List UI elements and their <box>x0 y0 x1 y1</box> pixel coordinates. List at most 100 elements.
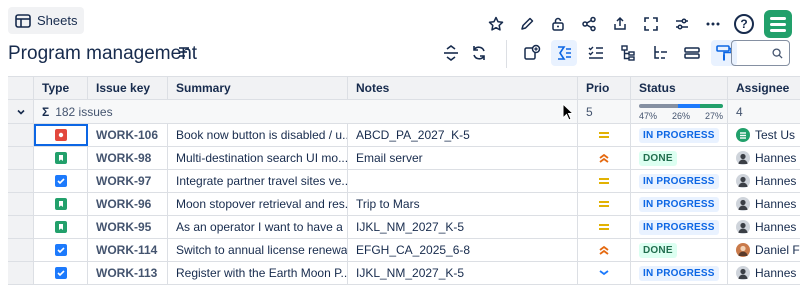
prio-cell[interactable] <box>578 239 631 261</box>
type-cell[interactable] <box>34 124 88 146</box>
status-cell[interactable]: IN PROGRESS <box>631 170 728 192</box>
assignee-cell[interactable]: Hannes <box>728 262 800 284</box>
card-layout-icon[interactable] <box>679 40 705 66</box>
fullscreen-icon[interactable] <box>641 14 661 34</box>
issue-key-cell[interactable]: WORK-96 <box>88 193 168 215</box>
column-header-type[interactable]: Type <box>34 77 88 99</box>
summary-cell[interactable]: Register with the Earth Moon P... <box>168 262 348 284</box>
status-cell[interactable]: DONE <box>631 147 728 169</box>
edit-icon[interactable] <box>517 14 537 34</box>
table-row[interactable]: WORK-96 Moon stopover retrieval and res..… <box>8 193 800 216</box>
issue-key-cell[interactable]: WORK-106 <box>88 124 168 146</box>
avatar <box>736 220 750 234</box>
more-icon[interactable] <box>703 14 723 34</box>
summary-cell[interactable]: Switch to annual license renewal <box>168 239 348 261</box>
assignee-cell[interactable]: Hannes <box>728 147 800 169</box>
story-type-icon <box>54 221 67 233</box>
prio-cell[interactable] <box>578 262 631 284</box>
issue-key-cell[interactable]: WORK-95 <box>88 216 168 238</box>
refresh-icon[interactable] <box>470 44 488 65</box>
table-row[interactable]: WORK-114 Switch to annual license renewal… <box>8 239 800 262</box>
column-header-summary[interactable]: Summary <box>168 77 348 99</box>
assignee-cell[interactable]: Daniel F <box>728 239 800 261</box>
settings-sliders-icon[interactable] <box>672 14 692 34</box>
lock-icon[interactable] <box>548 14 568 34</box>
notes-cell[interactable] <box>348 170 578 192</box>
summary-cell[interactable]: Integrate partner travel sites ve... <box>168 170 348 192</box>
notes-cell[interactable]: Email server <box>348 147 578 169</box>
help-button[interactable]: ? <box>734 14 754 34</box>
status-cell[interactable]: IN PROGRESS <box>631 193 728 215</box>
issue-key-cell[interactable]: WORK-113 <box>88 262 168 284</box>
assignee-name: Daniel F <box>755 243 800 257</box>
status-cell[interactable]: IN PROGRESS <box>631 124 728 146</box>
table-row[interactable]: WORK-97 Integrate partner travel sites ve… <box>8 170 800 193</box>
type-cell[interactable] <box>34 216 88 238</box>
type-cell[interactable] <box>34 193 88 215</box>
notes-cell[interactable]: IJKL_NM_2027_K-5 <box>348 216 578 238</box>
star-icon[interactable] <box>486 14 506 34</box>
assignee-cell[interactable]: Hannes <box>728 193 800 215</box>
checklist-icon[interactable] <box>583 40 609 66</box>
app-logo[interactable] <box>764 10 792 38</box>
status-cell[interactable]: IN PROGRESS <box>631 262 728 284</box>
dist-label-todo: 47% <box>639 111 658 121</box>
summary-cell[interactable]: Multi-destination search UI mo... <box>168 147 348 169</box>
notes-cell[interactable]: Trip to Mars <box>348 193 578 215</box>
hierarchy-icon[interactable] <box>615 40 641 66</box>
prio-cell[interactable] <box>578 170 631 192</box>
summary-cell[interactable]: Moon stopover retrieval and res... <box>168 193 348 215</box>
sheets-button[interactable]: Sheets <box>8 7 84 34</box>
row-height-icon[interactable] <box>442 44 460 65</box>
export-icon[interactable] <box>610 14 630 34</box>
notes-cell[interactable]: IJKL_NM_2027_K-5 <box>348 262 578 284</box>
table-row[interactable]: WORK-106 Book now button is disabled / u.… <box>8 124 800 147</box>
issue-key-cell[interactable]: WORK-98 <box>88 147 168 169</box>
prio-cell[interactable] <box>578 216 631 238</box>
sum-icon[interactable] <box>551 40 577 66</box>
summary-cell[interactable]: As an operator I want to have a ... <box>168 216 348 238</box>
notes-cell[interactable]: EFGH_CA_2025_6-8 <box>348 239 578 261</box>
issue-key-cell[interactable]: WORK-114 <box>88 239 168 261</box>
assignee-cell[interactable]: Hannes <box>728 216 800 238</box>
column-header-notes[interactable]: Notes <box>348 77 578 99</box>
sum-symbol: Σ <box>42 104 50 119</box>
collapse-toggle[interactable] <box>8 100 34 123</box>
distribution-segment-0 <box>639 104 679 108</box>
toolbar-divider <box>506 40 507 68</box>
status-cell[interactable]: IN PROGRESS <box>631 216 728 238</box>
title-menu-icon[interactable] <box>178 46 190 61</box>
type-cell[interactable] <box>34 147 88 169</box>
row-gutter <box>8 216 34 238</box>
notes-cell[interactable]: ABCD_PA_2027_K-5 <box>348 124 578 146</box>
dist-label-done: 27% <box>704 111 723 121</box>
prio-cell[interactable] <box>578 147 631 169</box>
priority-low-icon <box>598 268 610 278</box>
table-row[interactable]: WORK-113 Register with the Earth Moon P..… <box>8 262 800 285</box>
column-header-assignee[interactable]: Assignee <box>728 77 800 99</box>
share-icon[interactable] <box>579 14 599 34</box>
table-row[interactable]: WORK-98 Multi-destination search UI mo...… <box>8 147 800 170</box>
status-badge: IN PROGRESS <box>639 219 719 235</box>
summary-cell[interactable]: Book now button is disabled / u... <box>168 124 348 146</box>
tree-sort-icon[interactable] <box>647 40 673 66</box>
assignee-cell[interactable]: Hannes <box>728 170 800 192</box>
column-header-issue-key[interactable]: Issue key <box>88 77 168 99</box>
status-badge: DONE <box>639 150 677 166</box>
status-cell[interactable]: DONE <box>631 239 728 261</box>
priority-medium-icon <box>598 222 610 232</box>
type-cell[interactable] <box>34 239 88 261</box>
column-header-status[interactable]: Status <box>631 77 728 99</box>
group-count-cell: Σ 182 issues <box>34 100 578 123</box>
prio-cell[interactable] <box>578 193 631 215</box>
issue-key-cell[interactable]: WORK-97 <box>88 170 168 192</box>
column-header-prio[interactable]: Prio <box>578 77 631 99</box>
add-field-icon[interactable] <box>519 40 545 66</box>
type-cell[interactable] <box>34 262 88 284</box>
prio-cell[interactable] <box>578 124 631 146</box>
assignee-cell[interactable]: Test Us <box>728 124 800 146</box>
type-cell[interactable] <box>34 170 88 192</box>
table-row[interactable]: WORK-95 As an operator I want to have a .… <box>8 216 800 239</box>
search-input[interactable] <box>731 40 790 66</box>
status-distribution: 47% 26% 27% <box>631 100 728 123</box>
